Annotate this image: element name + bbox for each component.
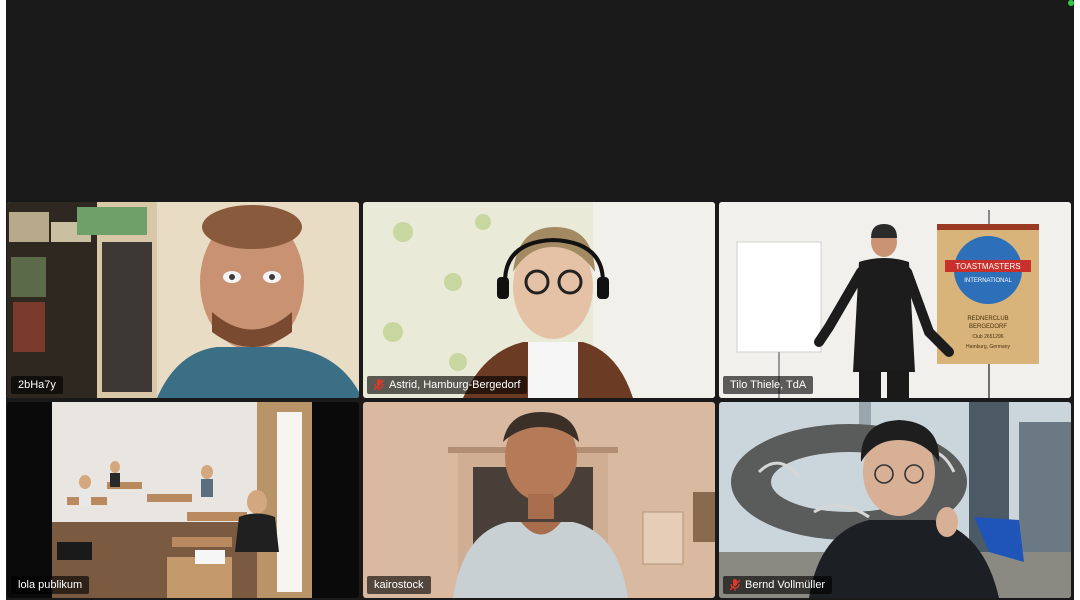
banner-club-number: Club 2651296 (972, 334, 1003, 340)
participant-video (363, 402, 715, 598)
mic-muted-icon (374, 379, 384, 391)
banner-club-line-2: BERGEDORF (969, 324, 1007, 330)
video-tile-bernd-vollmueller[interactable]: Bernd Vollmüller (719, 402, 1071, 598)
participant-name: Tilo Thiele, TdA (730, 379, 807, 391)
participant-video (7, 202, 359, 398)
video-tile-2bha7y[interactable]: 2bHa7y (7, 202, 359, 398)
status-dot (1068, 0, 1074, 6)
participant-video (363, 202, 715, 398)
video-tile-tilo-thiele[interactable]: TOASTMASTERS INTERNATIONAL REDNERCLUB BE… (719, 202, 1071, 398)
banner-line-2: INTERNATIONAL (964, 278, 1012, 284)
video-tile-astrid[interactable]: Astrid, Hamburg-Bergedorf (363, 202, 715, 398)
meeting-stage: 2bHa7y Astrid, Hamburg-Bergedorf TOASTMA… (6, 0, 1074, 600)
participant-name-tag: kairostock (367, 576, 431, 594)
banner-city: Hamburg, Germany (966, 344, 1010, 350)
video-tile-lola-publikum[interactable]: lola publikum (7, 402, 359, 598)
participant-video: TOASTMASTERS INTERNATIONAL REDNERCLUB BE… (719, 202, 1071, 398)
participant-name: kairostock (374, 579, 424, 591)
participant-name-tag: 2bHa7y (11, 376, 63, 394)
participant-name: Astrid, Hamburg-Bergedorf (389, 379, 521, 391)
participant-video (719, 402, 1071, 598)
participant-name-tag: lola publikum (11, 576, 90, 594)
participant-name-tag: Tilo Thiele, TdA (723, 376, 814, 394)
participant-name: Bernd Vollmüller (745, 579, 826, 591)
participant-name-tag: Astrid, Hamburg-Bergedorf (367, 376, 528, 394)
participant-name: lola publikum (18, 579, 83, 591)
participant-name: 2bHa7y (18, 379, 56, 391)
banner-line-1: TOASTMASTERS (955, 262, 1020, 271)
banner-club-line-1: REDNERCLUB (967, 316, 1008, 322)
mic-muted-icon (730, 579, 740, 591)
video-tile-kairostock[interactable]: kairostock (363, 402, 715, 598)
participant-video (7, 402, 359, 598)
participant-name-tag: Bernd Vollmüller (723, 576, 833, 594)
